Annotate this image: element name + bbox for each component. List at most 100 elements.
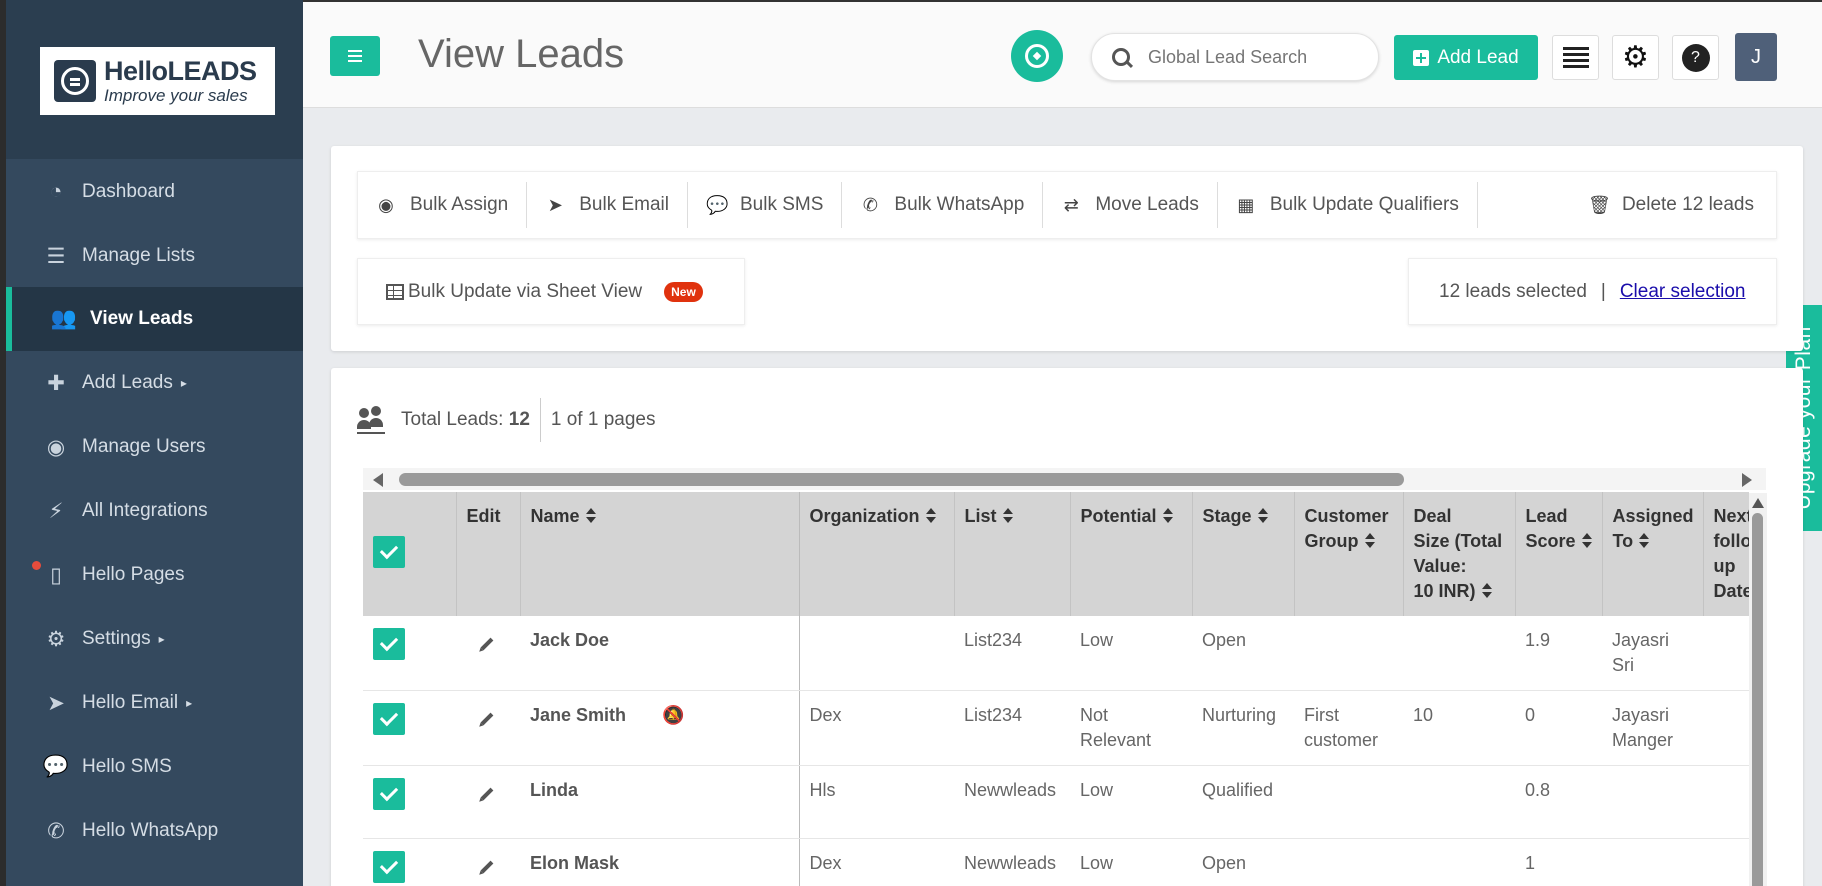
sidebar-item-hello-sms[interactable]: 💬 Hello SMS bbox=[6, 735, 303, 799]
stage-cell: Nurturing bbox=[1192, 690, 1294, 766]
sheet-view-button[interactable]: Bulk Update via Sheet View New bbox=[357, 258, 745, 325]
row-select-cell bbox=[363, 616, 456, 691]
clear-selection-link[interactable]: Clear selection bbox=[1620, 281, 1746, 303]
horizontal-scrollbar[interactable] bbox=[363, 468, 1766, 490]
sidebar-item-hello-pages[interactable]: ▯ Hello Pages bbox=[6, 543, 303, 607]
pencil-icon[interactable] bbox=[480, 860, 494, 874]
row-checkbox[interactable] bbox=[373, 851, 405, 883]
sort-icon[interactable] bbox=[1257, 508, 1268, 523]
sidebar-item-add-leads[interactable]: ✚ Add Leads ▸ bbox=[6, 351, 303, 415]
organization-cell: Dex bbox=[799, 690, 954, 766]
sort-icon[interactable] bbox=[1162, 508, 1173, 523]
lead-name[interactable]: Jack Doe bbox=[530, 630, 609, 650]
table-row[interactable]: Jane Smith 🔕 Dex List234 Not Relevant Nurturi… bbox=[363, 690, 1749, 766]
avatar[interactable]: J bbox=[1735, 33, 1777, 81]
sort-icon[interactable] bbox=[1639, 533, 1650, 548]
lead-name-cell[interactable]: Elon Mask bbox=[520, 838, 800, 886]
table-row[interactable]: Linda Hls Newwleads Low Qualified 0.8 bbox=[363, 765, 1749, 839]
sidebar-item-manage-lists[interactable]: ☰ Manage Lists bbox=[6, 224, 303, 288]
bulk-sms-button[interactable]: 💬 Bulk SMS bbox=[688, 182, 843, 228]
lead-name-cell[interactable]: Jane Smith 🔕 bbox=[520, 690, 800, 766]
sidebar-item-view-leads[interactable]: 👥 View Leads bbox=[6, 287, 303, 351]
deal-header-line1: Deal bbox=[1413, 506, 1452, 526]
deal-header-line2: Size (Total bbox=[1413, 531, 1503, 551]
column-header-lead-score[interactable]: Lead Score bbox=[1515, 492, 1603, 616]
sort-icon[interactable] bbox=[925, 508, 936, 523]
column-header-organization[interactable]: Organization bbox=[799, 492, 955, 616]
column-header-name[interactable]: Name bbox=[520, 492, 800, 616]
lead-score-cell: 0 bbox=[1515, 690, 1602, 766]
user-circle-icon: ◉ bbox=[378, 194, 394, 215]
sidebar-item-label: Hello WhatsApp bbox=[82, 820, 219, 841]
sidebar-item-dashboard[interactable]: ◔ Dashboard bbox=[6, 160, 303, 224]
row-select-cell bbox=[363, 838, 456, 886]
selection-separator: | bbox=[1600, 280, 1606, 302]
bulk-assign-label: Bulk Assign bbox=[410, 194, 509, 215]
column-header-potential[interactable]: Potential bbox=[1070, 492, 1193, 616]
scroll-up-icon[interactable] bbox=[1752, 498, 1764, 508]
stage-cell: Open bbox=[1192, 616, 1294, 691]
column-header-stage[interactable]: Stage bbox=[1192, 492, 1295, 616]
sidebar-item-all-integrations[interactable]: ⚡ All Integrations bbox=[6, 479, 303, 543]
move-leads-button[interactable]: ⇄ Move Leads bbox=[1043, 182, 1218, 228]
help-button[interactable]: ? bbox=[1672, 35, 1719, 80]
lead-name[interactable]: Linda bbox=[530, 780, 578, 800]
bulk-whatsapp-button[interactable]: ✆ Bulk WhatsApp bbox=[842, 182, 1044, 228]
column-header-list[interactable]: List bbox=[954, 492, 1071, 616]
sidebar-item-settings[interactable]: ⚙ Settings ▸ bbox=[6, 607, 303, 671]
bulk-assign-button[interactable]: ◉ Bulk Assign bbox=[358, 182, 528, 228]
sidebar-item-hello-whatsapp[interactable]: ✆ Hello WhatsApp bbox=[6, 799, 303, 863]
delete-leads-button[interactable]: 🗑 Delete 12 leads bbox=[1570, 182, 1776, 228]
paper-plane-icon: ➤ bbox=[47, 691, 65, 715]
scroll-left-icon[interactable] bbox=[373, 473, 383, 487]
pencil-icon[interactable] bbox=[480, 637, 494, 651]
pencil-icon[interactable] bbox=[480, 787, 494, 801]
scroll-thumb[interactable] bbox=[399, 473, 1404, 486]
bell-slash-icon: 🔕 bbox=[662, 705, 685, 725]
sort-icon[interactable] bbox=[1481, 583, 1492, 598]
menu-toggle-button[interactable] bbox=[330, 36, 380, 76]
column-header-assigned-to[interactable]: Assigned To bbox=[1602, 492, 1704, 616]
question-icon: ? bbox=[1681, 43, 1710, 72]
table-row[interactable]: Jack Doe List234 Low Open 1.9 Jayasri Sri bbox=[363, 616, 1749, 691]
row-checkbox[interactable] bbox=[373, 628, 405, 660]
lead-name-cell[interactable]: Linda bbox=[520, 765, 800, 839]
table-row[interactable]: Elon Mask Dex Newwleads Low Open 1 bbox=[363, 838, 1749, 886]
sort-icon[interactable] bbox=[1002, 508, 1013, 523]
sort-icon[interactable] bbox=[585, 508, 596, 523]
add-lead-button[interactable]: Add Lead bbox=[1394, 35, 1538, 80]
next-followup-cell bbox=[1703, 616, 1749, 691]
compass-icon[interactable] bbox=[1011, 30, 1063, 82]
lead-name[interactable]: Elon Mask bbox=[530, 853, 619, 873]
sidebar-item-hello-email[interactable]: ➤ Hello Email ▸ bbox=[6, 671, 303, 735]
delete-leads-label: Delete 12 leads bbox=[1621, 194, 1754, 215]
column-header-deal-size[interactable]: Deal Size (Total Value: 10 INR) bbox=[1403, 492, 1516, 616]
sidebar-item-manage-users[interactable]: ◉ Manage Users bbox=[6, 415, 303, 479]
column-header-customer-group[interactable]: Customer Group bbox=[1294, 492, 1404, 616]
lead-name-cell[interactable]: Jack Doe bbox=[520, 616, 800, 691]
list-view-button[interactable] bbox=[1552, 35, 1599, 80]
vertical-scrollbar[interactable] bbox=[1749, 493, 1767, 886]
select-all-checkbox[interactable] bbox=[373, 536, 405, 568]
bulk-whatsapp-label: Bulk WhatsApp bbox=[894, 194, 1025, 215]
total-leads-summary: Total Leads: 12 1 of 1 pages bbox=[357, 398, 655, 442]
sort-icon[interactable] bbox=[1581, 533, 1592, 548]
lead-name[interactable]: Jane Smith bbox=[530, 705, 626, 725]
total-leads-label: Total Leads: bbox=[401, 409, 504, 430]
bulk-email-button[interactable]: ➤ Bulk Email bbox=[527, 182, 688, 228]
gear-icon[interactable]: ⚙ bbox=[1612, 35, 1659, 80]
list-cell: List234 bbox=[954, 616, 1070, 691]
pencil-icon[interactable] bbox=[480, 712, 494, 726]
column-header-next-followup[interactable]: Next follo up Date bbox=[1703, 492, 1749, 616]
scroll-thumb[interactable] bbox=[1752, 513, 1763, 886]
app-logo[interactable]: HelloLEADS Improve your sales bbox=[40, 47, 275, 115]
deal-header-line3: Value: bbox=[1413, 556, 1467, 576]
global-search[interactable] bbox=[1091, 33, 1379, 81]
bulk-update-qualifiers-button[interactable]: ▦ Bulk Update Qualifiers bbox=[1218, 182, 1478, 228]
deal-header-line4: 10 INR) bbox=[1413, 581, 1476, 601]
row-checkbox[interactable] bbox=[373, 778, 405, 810]
scroll-right-icon[interactable] bbox=[1742, 473, 1752, 487]
sort-icon[interactable] bbox=[1364, 533, 1375, 548]
row-checkbox[interactable] bbox=[373, 703, 405, 735]
search-input[interactable] bbox=[1148, 46, 1368, 68]
